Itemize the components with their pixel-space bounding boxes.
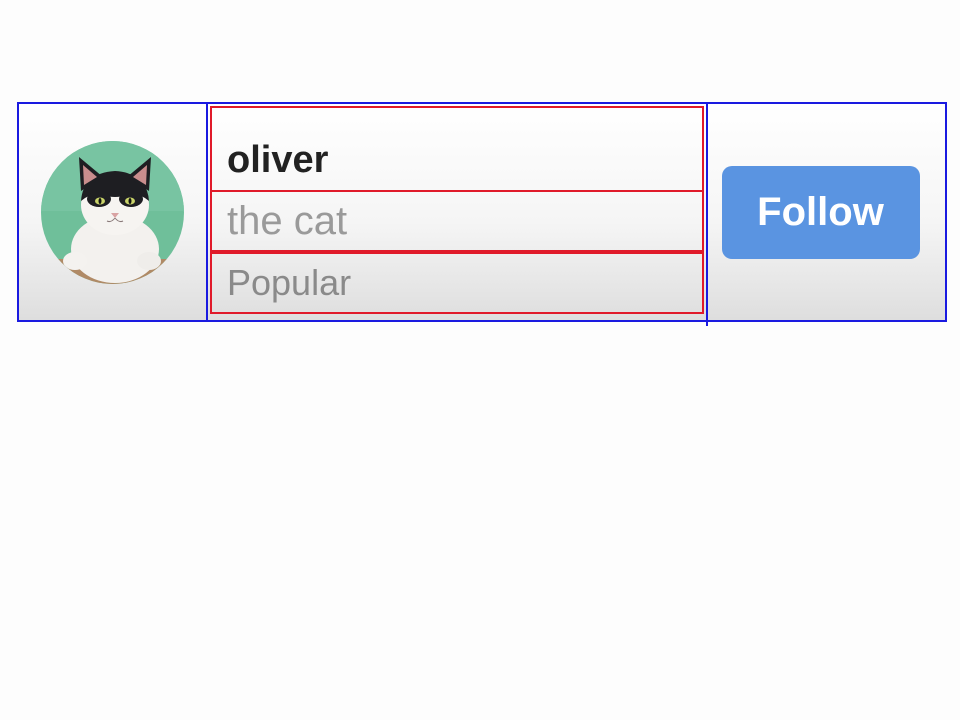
action-column: Follow <box>708 104 945 320</box>
user-card: oliver the cat Popular Follow <box>17 102 947 326</box>
text-column: oliver the cat Popular <box>208 104 708 326</box>
user-name[interactable]: oliver <box>227 139 328 182</box>
follow-button[interactable]: Follow <box>721 165 920 259</box>
avatar-column <box>19 104 208 320</box>
user-subtitle: the cat <box>227 198 348 243</box>
avatar[interactable] <box>41 140 184 284</box>
page: oliver the cat Popular Follow <box>0 0 960 720</box>
cat-avatar-icon <box>41 140 184 284</box>
name-row: oliver <box>210 106 704 192</box>
tag-row: Popular <box>210 252 704 314</box>
subtitle-row: the cat <box>210 190 704 252</box>
user-tag: Popular <box>227 262 352 303</box>
